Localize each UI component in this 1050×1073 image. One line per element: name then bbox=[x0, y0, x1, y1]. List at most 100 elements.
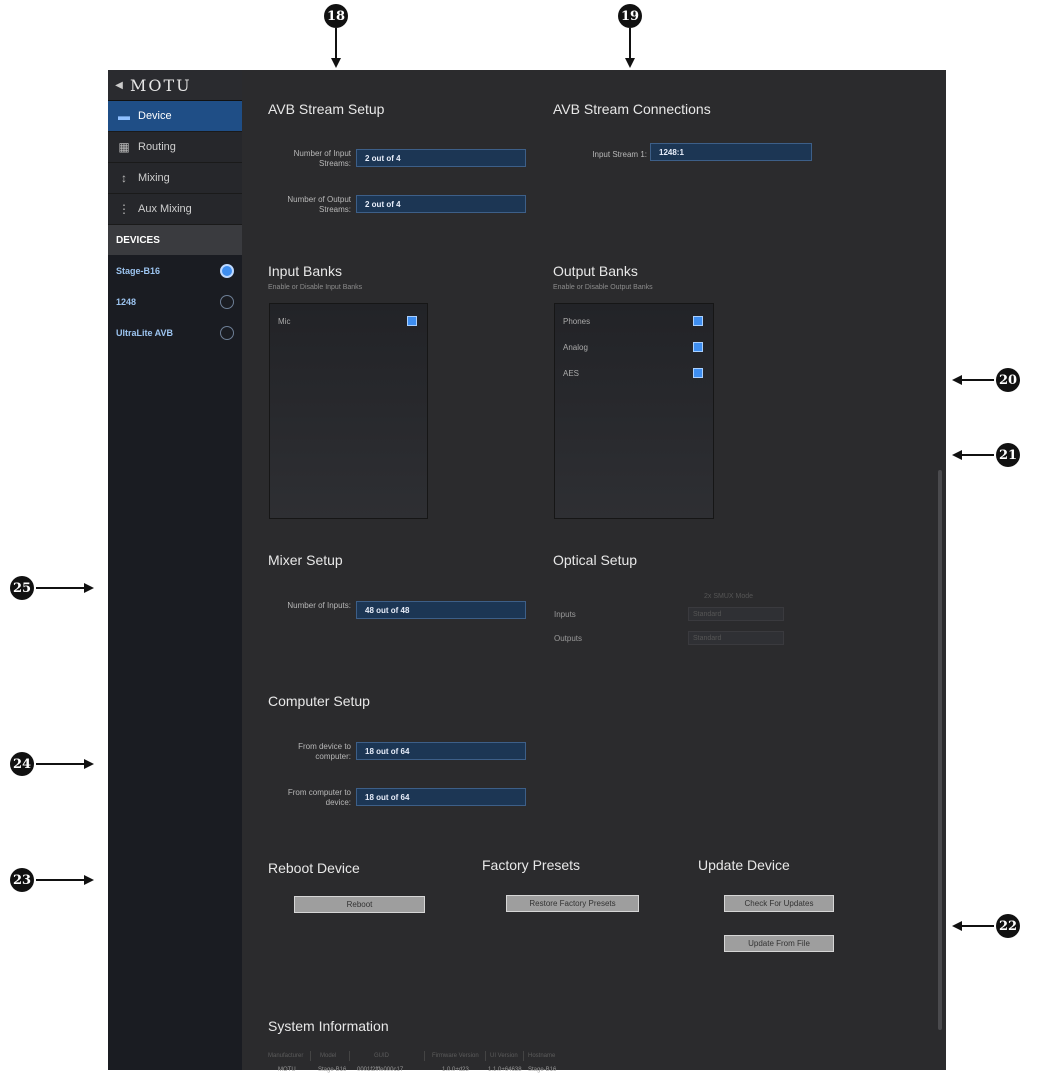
device-radio[interactable] bbox=[220, 325, 234, 340]
sys-value-model: Stage-B16 bbox=[318, 1067, 347, 1073]
computer-to-device-field[interactable]: 18 out of 64 bbox=[356, 788, 526, 806]
optical-inputs-select[interactable]: Standard bbox=[688, 607, 784, 621]
device-item-1248[interactable]: 1248 bbox=[108, 286, 242, 317]
nav-item-label: Device bbox=[138, 110, 172, 122]
output-bank-analog[interactable]: Analog bbox=[563, 340, 703, 354]
devices-header: DEVICES bbox=[108, 225, 242, 255]
callout-21: 21 bbox=[996, 443, 1020, 467]
computer-to-device-label: From computer to device: bbox=[287, 788, 351, 807]
restore-factory-presets-button[interactable]: Restore Factory Presets bbox=[506, 895, 639, 912]
device-item-stage-b16[interactable]: Stage-B16 bbox=[108, 255, 242, 286]
reboot-button[interactable]: Reboot bbox=[294, 896, 425, 913]
check-for-updates-button[interactable]: Check For Updates bbox=[724, 895, 834, 912]
bank-label: Analog bbox=[563, 342, 588, 352]
back-arrow-icon[interactable]: ◀ bbox=[108, 80, 130, 91]
callout-19: 19 bbox=[618, 4, 642, 28]
callout-25-arrow bbox=[36, 587, 84, 589]
input-streams-label: Number of Input Streams: bbox=[293, 149, 351, 168]
callout-25: 25 bbox=[10, 576, 34, 600]
mixer-inputs-field[interactable]: 48 out of 48 bbox=[356, 601, 526, 619]
mixer-inputs-label: Number of Inputs: bbox=[287, 601, 351, 610]
device-to-computer-label: From device to computer: bbox=[298, 742, 351, 761]
input-streams-field[interactable]: 2 out of 4 bbox=[356, 149, 526, 167]
optical-inputs-label: Inputs bbox=[554, 610, 576, 619]
optical-setup-title: Optical Setup bbox=[553, 552, 638, 568]
output-bank-phones[interactable]: Phones bbox=[563, 314, 703, 328]
brand-bar: ◀ MOTU bbox=[108, 70, 242, 101]
input-stream-1-field[interactable]: 1248:1 bbox=[650, 143, 812, 161]
bank-checkbox[interactable] bbox=[693, 368, 703, 378]
update-device-title: Update Device bbox=[698, 857, 790, 873]
callout-19-arrow bbox=[629, 28, 631, 58]
bank-checkbox[interactable] bbox=[693, 316, 703, 326]
callout-22-arrowhead bbox=[952, 921, 962, 931]
mixer-faders-icon: ↕ bbox=[121, 171, 127, 185]
nav-item-label: Routing bbox=[138, 141, 176, 153]
mixer-setup-title: Mixer Setup bbox=[268, 552, 343, 568]
device-item-ultralite-avb[interactable]: UltraLite AVB bbox=[108, 317, 242, 348]
output-bank-aes[interactable]: AES bbox=[563, 366, 703, 380]
nav-item-label: Mixing bbox=[138, 172, 170, 184]
motu-app-window: ◀ MOTU ▬ Device ▦ Routing ↕ Mixing ⋮ Aux… bbox=[108, 70, 946, 1073]
sys-value-hostname: Stage-B16 bbox=[528, 1067, 557, 1073]
callout-22-arrow bbox=[962, 925, 994, 927]
bank-checkbox[interactable] bbox=[693, 342, 703, 352]
sys-header-model: Model bbox=[320, 1053, 337, 1059]
callout-24-arrowhead bbox=[84, 759, 94, 769]
optical-smux-mode-label: 2x SMUX Mode bbox=[704, 593, 754, 600]
input-bank-mic[interactable]: Mic bbox=[278, 314, 417, 328]
output-banks-title: Output Banks bbox=[553, 263, 638, 279]
brand-logo: MOTU bbox=[130, 75, 192, 95]
aux-mixing-icon: ⋮ bbox=[118, 202, 130, 216]
device-icon: ▬ bbox=[118, 109, 130, 123]
output-banks-list: Phones Analog AES bbox=[554, 303, 714, 519]
nav-item-device[interactable]: ▬ Device bbox=[108, 101, 242, 132]
output-banks-subtitle: Enable or Disable Output Banks bbox=[553, 284, 653, 291]
input-stream-1-label: Input Stream 1: bbox=[592, 150, 647, 159]
nav-item-label: Aux Mixing bbox=[138, 203, 192, 215]
sys-value-guid: 0001f2fffe000c17 bbox=[357, 1067, 404, 1073]
nav-item-routing[interactable]: ▦ Routing bbox=[108, 132, 242, 163]
device-to-computer-field[interactable]: 18 out of 64 bbox=[356, 742, 526, 760]
callout-23-arrowhead bbox=[84, 875, 94, 885]
callout-22: 22 bbox=[996, 914, 1020, 938]
bank-checkbox[interactable] bbox=[407, 316, 417, 326]
callout-18-arrow bbox=[335, 28, 337, 58]
device-name: UltraLite AVB bbox=[116, 327, 174, 338]
sys-header-hostname: Hostname bbox=[528, 1053, 556, 1059]
output-streams-field[interactable]: 2 out of 4 bbox=[356, 195, 526, 213]
sys-value-firmware: 1.0.0+d23 bbox=[442, 1067, 469, 1073]
callout-23-arrow bbox=[36, 879, 84, 881]
callout-19-arrowhead bbox=[625, 58, 635, 68]
callout-21-arrowhead bbox=[952, 450, 962, 460]
callout-20-arrow bbox=[962, 379, 994, 381]
scrollbar[interactable] bbox=[938, 470, 942, 1030]
optical-outputs-select[interactable]: Standard bbox=[688, 631, 784, 645]
main-panel: AVB Stream Setup Number of Input Streams… bbox=[242, 70, 946, 1073]
routing-grid-icon: ▦ bbox=[118, 140, 130, 154]
callout-20: 20 bbox=[996, 368, 1020, 392]
update-from-file-button[interactable]: Update From File bbox=[724, 935, 834, 952]
sys-separator bbox=[310, 1051, 311, 1061]
input-banks-title: Input Banks bbox=[268, 263, 342, 279]
sys-value-ui-version: 1.1.0+64638 bbox=[488, 1067, 522, 1073]
bank-label: Phones bbox=[563, 316, 591, 326]
callout-20-arrowhead bbox=[952, 375, 962, 385]
callout-25-arrowhead bbox=[84, 583, 94, 593]
nav-item-mixing[interactable]: ↕ Mixing bbox=[108, 163, 242, 194]
sys-header-firmware: Firmware Version bbox=[432, 1053, 479, 1059]
device-radio-selected[interactable] bbox=[220, 263, 234, 278]
device-name: 1248 bbox=[116, 296, 137, 307]
sys-separator bbox=[485, 1051, 486, 1061]
device-name: Stage-B16 bbox=[116, 265, 161, 276]
avb-stream-setup-title: AVB Stream Setup bbox=[268, 101, 385, 117]
bank-label: AES bbox=[563, 368, 580, 378]
sys-header-guid: GUID bbox=[374, 1053, 389, 1059]
nav-item-aux-mixing[interactable]: ⋮ Aux Mixing bbox=[108, 194, 242, 225]
factory-presets-title: Factory Presets bbox=[482, 857, 581, 873]
input-banks-subtitle: Enable or Disable Input Banks bbox=[268, 284, 363, 291]
callout-23: 23 bbox=[10, 868, 34, 892]
callout-24-arrow bbox=[36, 763, 84, 765]
device-radio[interactable] bbox=[220, 294, 234, 309]
callout-21-arrow bbox=[962, 454, 994, 456]
